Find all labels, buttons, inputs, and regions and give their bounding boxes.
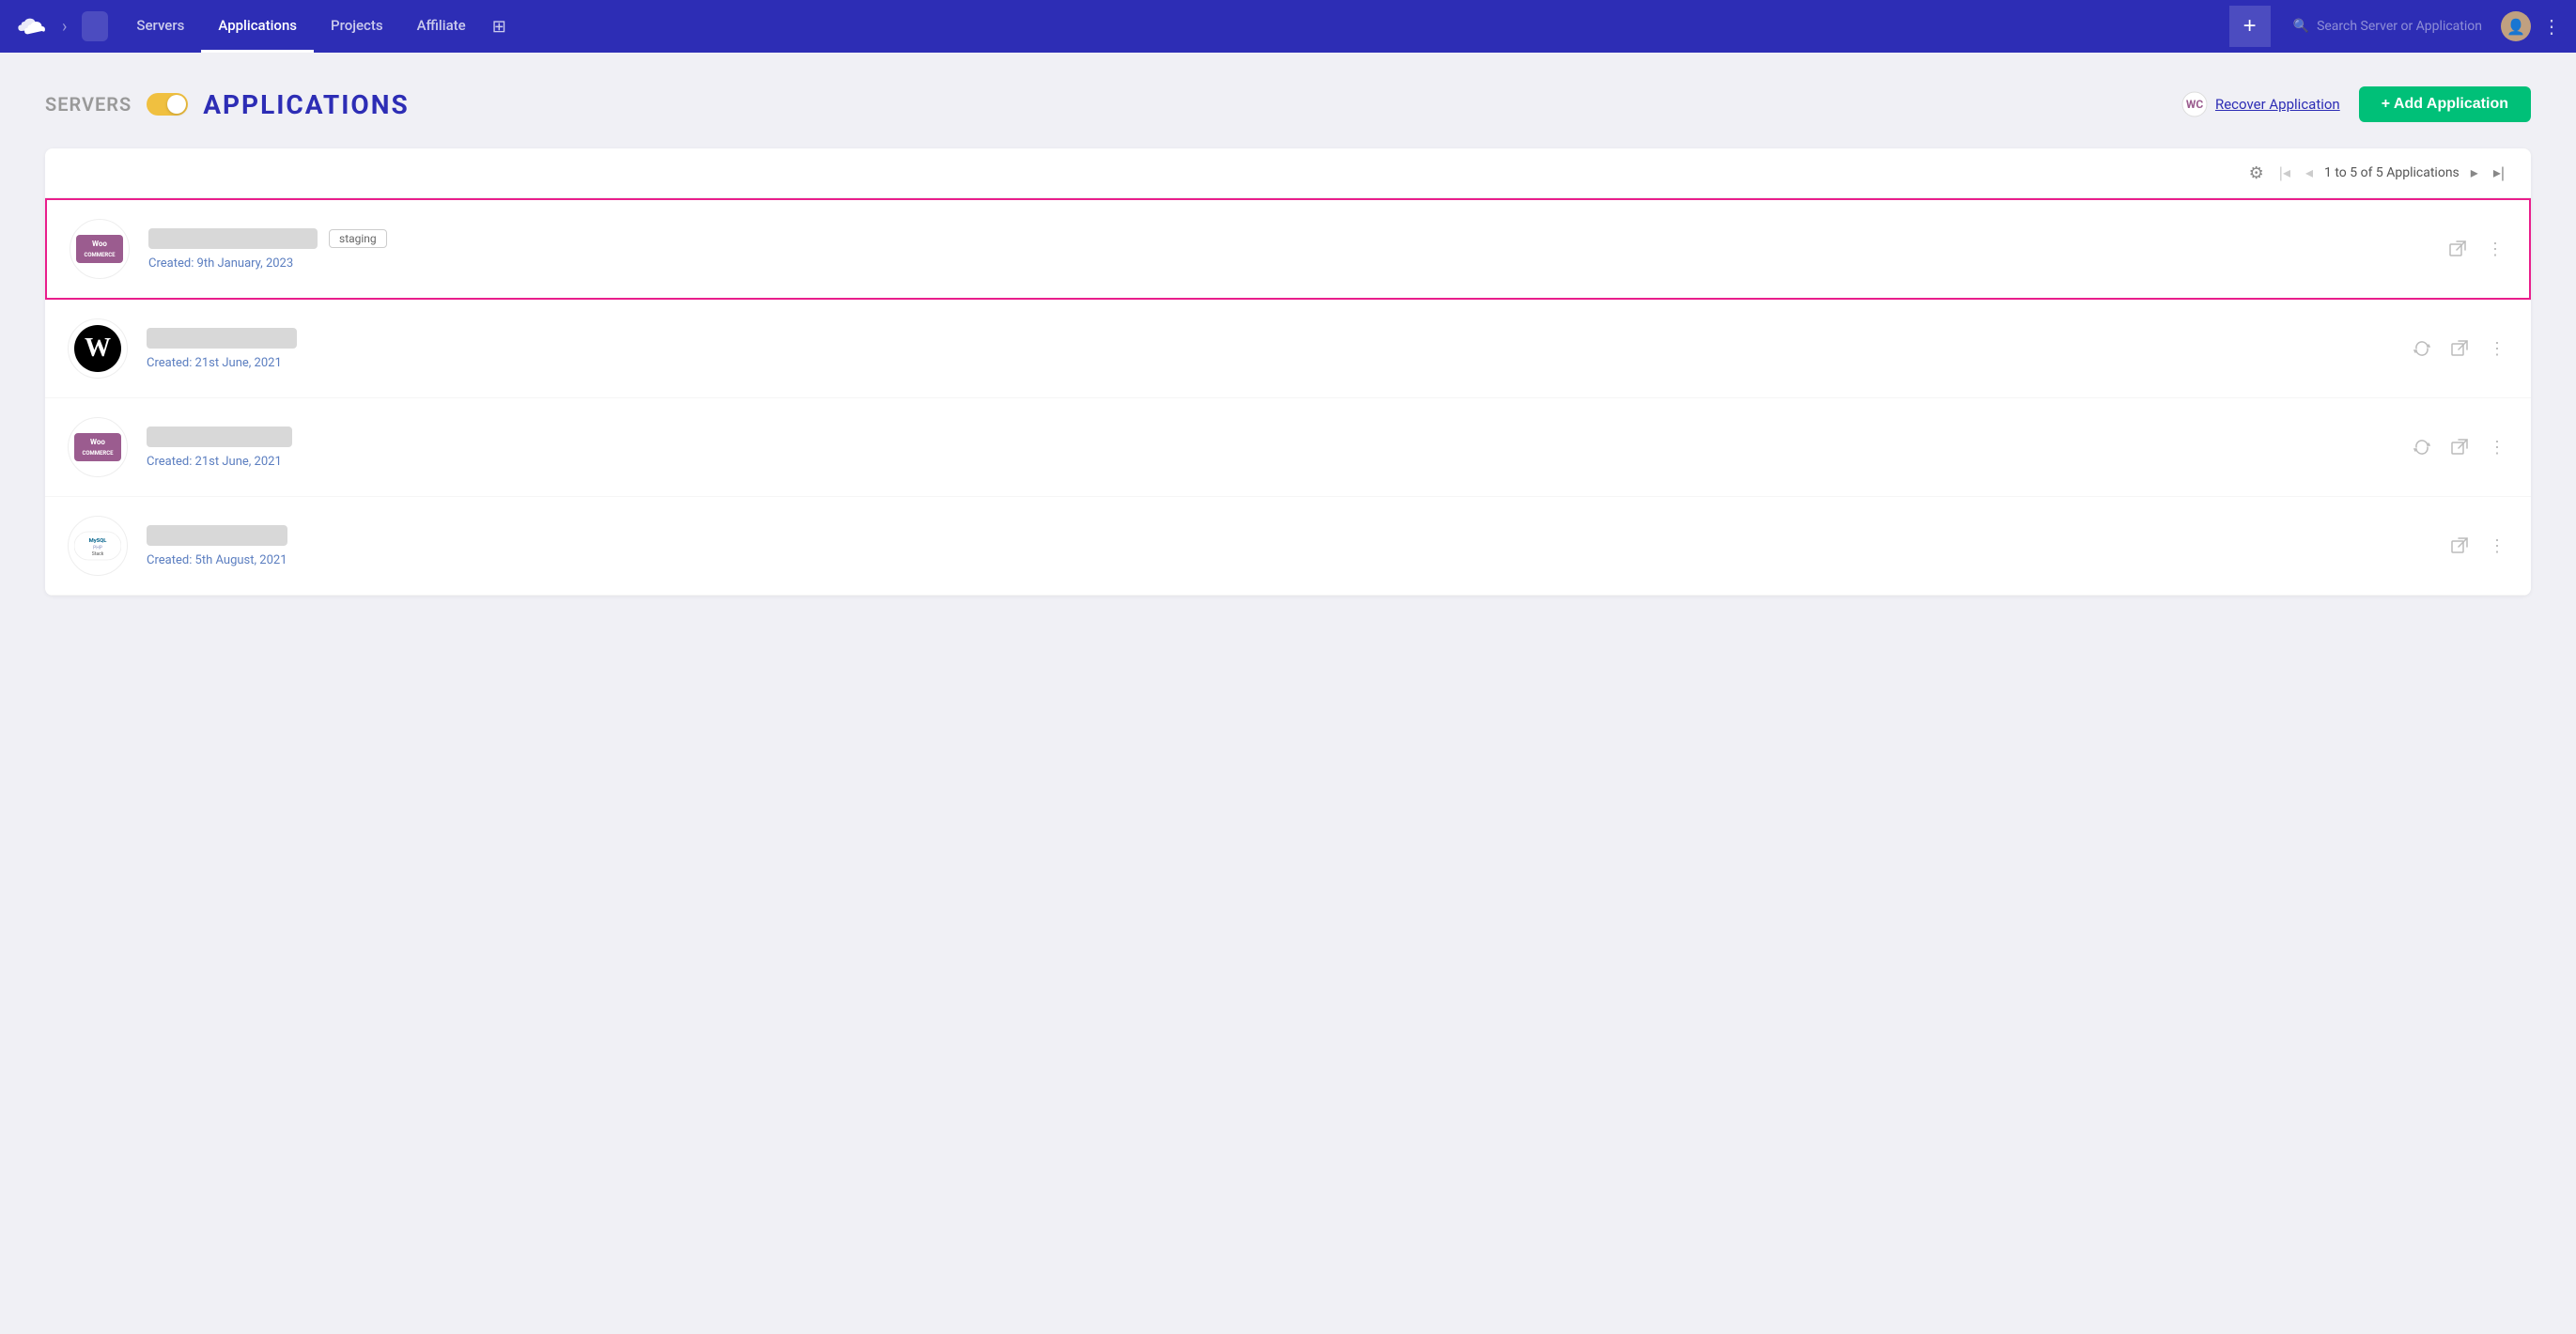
svg-text:Woo: Woo [90, 438, 105, 446]
app-created-3: Created: 21st June, 2021 [147, 455, 2411, 469]
app-info-1: staging Created: 9th January, 2023 [148, 228, 2446, 271]
recover-link-text: Recover Application [2215, 96, 2340, 113]
svg-text:COMMERCE: COMMERCE [84, 252, 116, 258]
pagination-controls: |◂ ◂ 1 to 5 of 5 Applications ▸ ▸| [2275, 162, 2508, 184]
app-actions-1: ⋮ [2446, 238, 2506, 260]
app-info-2: Created: 21st June, 2021 [147, 328, 2411, 370]
pagination-prev-button[interactable]: ◂ [2302, 162, 2317, 184]
app-created-1: Created: 9th January, 2023 [148, 256, 2446, 271]
svg-text:COMMERCE: COMMERCE [82, 450, 114, 457]
servers-applications-toggle[interactable] [147, 93, 188, 116]
app-name-row-2 [147, 328, 2411, 349]
app-item-1: Woo COMMERCE staging Created: 9th Januar… [45, 198, 2531, 300]
app-item-3: Woo COMMERCE Created: 21st June, 2021 [45, 398, 2531, 497]
more-options-icon-3[interactable]: ⋮ [2486, 436, 2508, 458]
wordpress-logo: W [74, 325, 121, 372]
nav-more-icon[interactable]: ⋮ [2542, 15, 2561, 38]
search-placeholder-text: Search Server or Application [2317, 19, 2482, 34]
nav-search[interactable]: 🔍 Search Server or Application [2286, 19, 2490, 34]
app-created-4: Created: 5th August, 2021 [147, 553, 2448, 567]
nav-links: Servers Applications Projects Affiliate … [119, 0, 2228, 53]
open-app-icon-3[interactable] [2448, 436, 2471, 458]
page-header-right: WC Recover Application + Add Application [2181, 86, 2531, 122]
grid-icon[interactable]: ⊞ [483, 17, 516, 37]
more-options-icon-2[interactable]: ⋮ [2486, 337, 2508, 360]
app-logo-1: Woo COMMERCE [70, 219, 130, 279]
navbar: › Servers Applications Projects Affiliat… [0, 0, 2576, 53]
filter-icon[interactable]: ⚙ [2249, 163, 2264, 183]
app-name-bar-4 [147, 525, 287, 546]
svg-text:WC: WC [2186, 98, 2204, 111]
app-logo-2: W [68, 318, 128, 379]
app-info-4: Created: 5th August, 2021 [147, 525, 2448, 567]
app-name-row-3 [147, 427, 2411, 447]
svg-text:Stack: Stack [92, 551, 104, 557]
svg-text:PHP: PHP [93, 545, 102, 551]
open-app-icon-4[interactable] [2448, 535, 2471, 557]
pagination-next-button[interactable]: ▸ [2467, 162, 2482, 184]
app-actions-3: ⋮ [2411, 436, 2508, 458]
search-icon: 🔍 [2293, 19, 2309, 34]
sync-icon-2[interactable] [2411, 337, 2433, 360]
app-name-bar-1 [148, 228, 318, 249]
app-item-2: W Created: 21st June, 2021 [45, 300, 2531, 398]
nav-logo[interactable] [15, 13, 54, 39]
app-created-2: Created: 21st June, 2021 [147, 356, 2411, 370]
nav-link-servers[interactable]: Servers [119, 0, 201, 53]
app-actions-4: ⋮ [2448, 535, 2508, 557]
more-options-icon-4[interactable]: ⋮ [2486, 535, 2508, 557]
page-header-left: SERVERS APPLICATIONS [45, 89, 410, 120]
nav-link-projects[interactable]: Projects [314, 0, 400, 53]
page-header: SERVERS APPLICATIONS WC Recover Applicat… [45, 86, 2531, 122]
app-name-bar-2 [147, 328, 297, 349]
nav-server-badge[interactable] [82, 11, 108, 41]
pagination-text: 1 to 5 of 5 Applications [2324, 165, 2460, 180]
pagination-last-button[interactable]: ▸| [2490, 162, 2508, 184]
nav-link-applications[interactable]: Applications [201, 0, 314, 53]
applications-container: ⚙ |◂ ◂ 1 to 5 of 5 Applications ▸ ▸| Woo… [45, 148, 2531, 596]
page-title: APPLICATIONS [203, 89, 410, 120]
app-logo-3: Woo COMMERCE [68, 417, 128, 477]
app-name-row-1: staging [148, 228, 2446, 249]
recover-icon: WC [2181, 91, 2208, 117]
app-info-3: Created: 21st June, 2021 [147, 427, 2411, 469]
app-actions-2: ⋮ [2411, 337, 2508, 360]
svg-text:MySQL: MySQL [89, 538, 108, 544]
more-options-icon-1[interactable]: ⋮ [2484, 238, 2506, 260]
open-app-icon-2[interactable] [2448, 337, 2471, 360]
open-app-icon-1[interactable] [2446, 238, 2469, 260]
app-name-row-4 [147, 525, 2448, 546]
servers-label: SERVERS [45, 93, 132, 116]
app-name-bar-3 [147, 427, 292, 447]
nav-breadcrumb-arrow: › [62, 17, 67, 37]
nav-add-button[interactable]: + [2229, 6, 2271, 47]
sync-icon-3[interactable] [2411, 436, 2433, 458]
pagination-first-button[interactable]: |◂ [2275, 162, 2294, 184]
recover-application-link[interactable]: WC Recover Application [2181, 91, 2340, 117]
app-item-4: MySQL PHP Stack Created: 5th August, 202… [45, 497, 2531, 596]
nav-right: + 🔍 Search Server or Application 👤 ⋮ [2229, 6, 2561, 47]
app-badge-1: staging [329, 229, 387, 248]
main-content: SERVERS APPLICATIONS WC Recover Applicat… [0, 53, 2576, 641]
nav-link-affiliate[interactable]: Affiliate [400, 0, 483, 53]
apps-toolbar: ⚙ |◂ ◂ 1 to 5 of 5 Applications ▸ ▸| [45, 148, 2531, 198]
svg-text:Woo: Woo [92, 240, 107, 248]
app-logo-4: MySQL PHP Stack [68, 516, 128, 576]
add-application-button[interactable]: + Add Application [2359, 86, 2531, 122]
user-avatar[interactable]: 👤 [2501, 11, 2531, 41]
toggle-knob [167, 95, 186, 114]
